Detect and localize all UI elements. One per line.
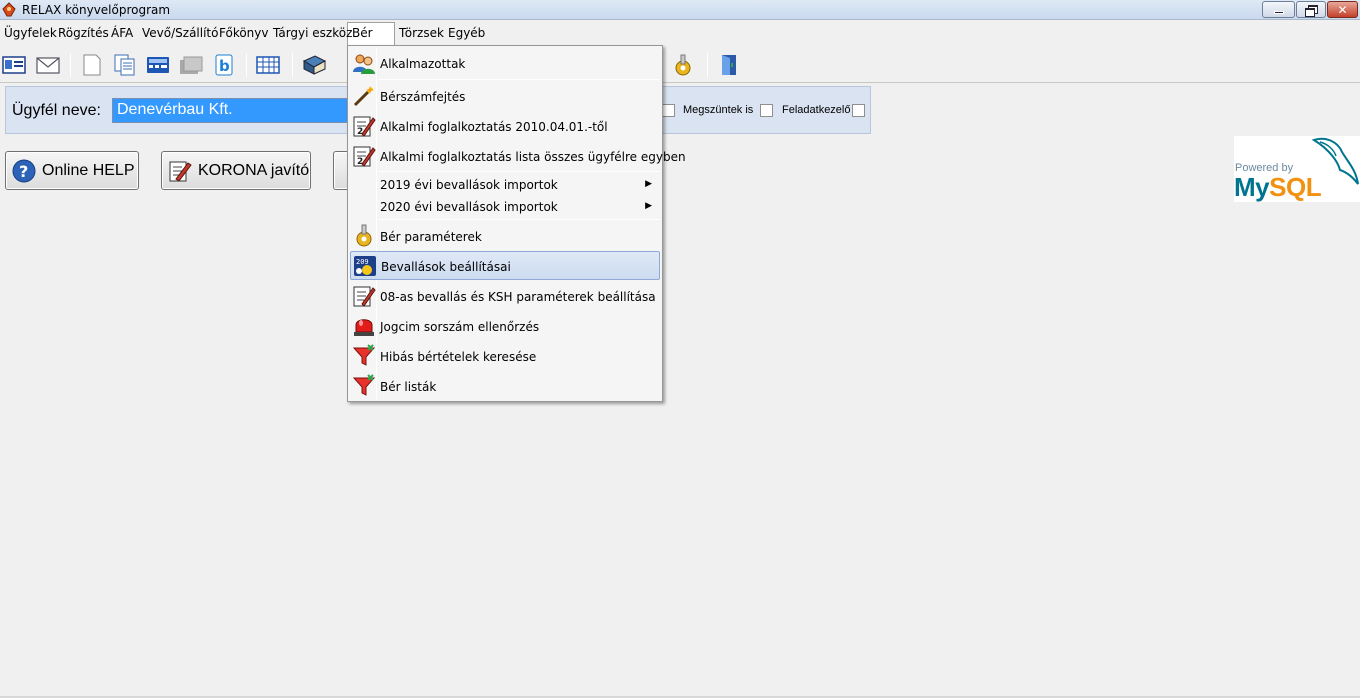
mysql-wordmark: MySQL xyxy=(1234,172,1322,202)
close-icon: ✕ xyxy=(1337,2,1348,17)
online-help-label: Online HELP xyxy=(42,161,135,179)
menu-item-ber-listak[interactable]: Bér listák xyxy=(350,372,660,400)
menu-separator xyxy=(378,219,660,220)
minimize-button[interactable] xyxy=(1262,1,1295,18)
menu-ugyfelek[interactable]: Ügyfelek xyxy=(4,26,57,40)
menu-item-hibas-bertetelek[interactable]: Hibás bértételek keresése xyxy=(350,342,660,370)
gear-hand-icon xyxy=(356,224,372,247)
app-icon xyxy=(2,2,16,17)
magic-wand-icon xyxy=(353,86,374,107)
feladatkezelo-checkbox[interactable] xyxy=(852,104,865,117)
id-card-icon[interactable] xyxy=(1,53,27,77)
menu-item-bevallasok-beallitasai[interactable]: 209 Bevallások beállításai xyxy=(350,251,660,280)
window-title: RELAX könyvelőprogram xyxy=(22,3,171,17)
svg-text:2: 2 xyxy=(357,127,363,137)
edit-document-icon xyxy=(169,161,192,182)
toolbar-separator xyxy=(707,53,708,77)
copy-documents-icon[interactable] xyxy=(112,53,138,77)
restore-button[interactable] xyxy=(1296,1,1326,18)
red-alarm-icon xyxy=(354,319,374,336)
filter-icon xyxy=(352,344,376,366)
korona-javito-label: KORONA javító xyxy=(198,161,310,179)
blank-document-icon[interactable] xyxy=(79,53,105,77)
menu-vevo-szallito[interactable]: Vevő/Szállító xyxy=(142,26,218,40)
close-button[interactable]: ✕ xyxy=(1327,1,1358,18)
help-icon: ? xyxy=(12,159,36,182)
book-icon[interactable] xyxy=(301,53,327,77)
edit-document-icon xyxy=(353,286,376,307)
menu-rogzites[interactable]: Rögzítés xyxy=(58,26,109,40)
svg-text:2: 2 xyxy=(357,157,363,167)
gray-folder-icon[interactable] xyxy=(178,53,204,77)
menu-torzsek[interactable]: Törzsek xyxy=(399,26,444,40)
mysql-logo: Powered by MySQL xyxy=(1234,136,1360,202)
megszuntek-label: Megszüntek is xyxy=(683,104,754,116)
menu-item-alkalmi-lista[interactable]: 2 Alkalmi foglalkoztatás lista összes üg… xyxy=(350,142,686,170)
online-help-button[interactable]: ? Online HELP xyxy=(5,151,139,190)
exit-door-icon[interactable] xyxy=(716,53,742,77)
client-name-label: Ügyfél neve: xyxy=(12,102,101,119)
title-bar: RELAX könyvelőprogram ✕ xyxy=(0,0,1360,20)
submenu-arrow-icon: ▶ xyxy=(645,201,652,211)
menu-targyi-eszkoz[interactable]: Tárgyi eszköz xyxy=(273,26,352,40)
svg-text:?: ? xyxy=(19,162,28,181)
client-name-field[interactable]: Denevérbau Kft. xyxy=(112,98,352,123)
menu-bar: Ügyfelek Rögzítés ÁFA Vevő/Szállító Főkö… xyxy=(0,22,1360,46)
svg-text:b: b xyxy=(219,57,230,75)
envelope-icon[interactable] xyxy=(35,53,61,77)
edit-document-icon: 2 xyxy=(353,116,376,137)
svg-text:209: 209 xyxy=(356,258,369,266)
menu-item-alkalmazottak[interactable]: Alkalmazottak xyxy=(350,50,660,78)
menu-egyeb[interactable]: Egyéb xyxy=(448,26,485,40)
feladatkezelo-label: Feladatkezelő xyxy=(782,104,851,116)
menu-item-alkalmi-foglalkoztatas[interactable]: 2 Alkalmi foglalkoztatás 2010.04.01.-től xyxy=(350,112,660,140)
calculator-icon[interactable] xyxy=(145,53,171,77)
restore-icon xyxy=(1305,4,1318,17)
ber-dropdown-menu: Alkalmazottak Bérszámfejtés 2 Alkalmi fo… xyxy=(347,45,686,402)
korona-javito-button[interactable]: KORONA javító xyxy=(161,151,311,190)
menu-separator xyxy=(378,79,660,80)
b-letter-icon[interactable]: b xyxy=(211,53,237,77)
menu-item-ber-parameterek[interactable]: Bér paraméterek xyxy=(350,222,660,250)
submenu-arrow-icon: ▶ xyxy=(645,179,652,189)
edit-document-icon: 2 xyxy=(353,146,376,167)
people-icon xyxy=(353,54,375,74)
toolbar: b xyxy=(0,47,1360,83)
menu-item-08-as-bevallas[interactable]: 08-as bevallás és KSH paraméterek beállí… xyxy=(350,282,660,310)
toolbar-separator xyxy=(292,53,293,77)
settings-screen-icon: 209 xyxy=(354,256,376,276)
filter-icon xyxy=(352,374,376,396)
menu-item-2020-importok[interactable]: 2020 évi bevallások importok ▶ xyxy=(350,196,660,218)
menu-fokonyv[interactable]: Főkönyv xyxy=(219,26,269,40)
menu-item-berszamfejtes[interactable]: Bérszámfejtés xyxy=(350,82,660,110)
minimize-icon xyxy=(1273,11,1284,14)
toolbar-separator xyxy=(70,53,71,77)
menu-separator xyxy=(378,171,660,172)
menu-item-jogcim-ellenorzes[interactable]: Jogcim sorszám ellenőrzés xyxy=(350,312,660,340)
menu-item-2019-importok[interactable]: 2019 évi bevallások importok ▶ xyxy=(350,174,660,196)
checkbox-unlabeled[interactable] xyxy=(662,104,675,117)
toolbar-separator xyxy=(246,53,247,77)
menu-ber[interactable]: Bér xyxy=(352,26,373,40)
gear-hand-icon[interactable] xyxy=(670,53,696,77)
table-grid-icon[interactable] xyxy=(255,53,281,77)
menu-afa[interactable]: ÁFA xyxy=(111,26,133,40)
megszuntek-checkbox[interactable] xyxy=(760,104,773,117)
